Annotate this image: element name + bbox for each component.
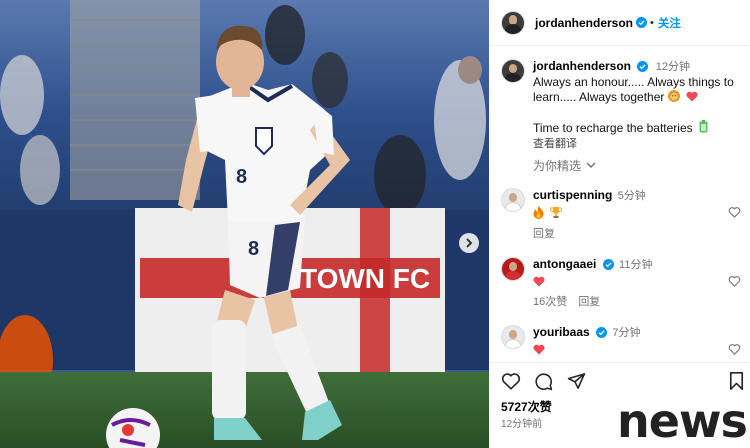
comment-content: curtispenning 5分钟 回复 (533, 188, 741, 242)
comment-content: antongaaei 11分钟 16次赞 回复 (533, 257, 741, 310)
trophy-emoji-icon (550, 207, 563, 218)
likes-count[interactable]: 5727次赞 (501, 398, 552, 415)
featured-label: 为你精选 (533, 159, 582, 173)
caption-line-3-wrap: Time to recharge the batteries (533, 120, 741, 136)
post-photo[interactable]: TOWN FC 8 8 (0, 0, 489, 448)
comment-username[interactable]: antongaaei (533, 257, 596, 271)
comment-avatar[interactable] (501, 257, 525, 281)
follow-button[interactable]: 关注 (658, 15, 681, 31)
comment-icon[interactable] (534, 372, 553, 391)
comment-username[interactable]: curtispenning (533, 188, 612, 202)
post-time-ago: 12分钟前 (501, 419, 543, 430)
caption-line-2-wrap: learn..... Always together (533, 90, 741, 105)
fire-emoji-icon (533, 206, 544, 219)
share-icon[interactable] (567, 372, 586, 390)
separator-dot: • (650, 16, 654, 29)
author-username[interactable]: jordanhenderson (535, 16, 633, 30)
heart-emoji-icon (533, 344, 545, 355)
chevron-down-icon (586, 162, 596, 168)
comment-avatar[interactable] (501, 188, 525, 212)
comment-avatar[interactable] (501, 325, 525, 349)
caption-avatar[interactable] (501, 59, 525, 83)
verified-icon (596, 327, 608, 338)
caption-username[interactable]: jordanhenderson (533, 59, 631, 73)
featured-sort-dropdown[interactable]: 为你精选 (533, 157, 596, 174)
player-photo-illustration: TOWN FC 8 8 (0, 0, 489, 448)
bookmark-icon[interactable] (729, 372, 744, 390)
reply-button[interactable]: 回复 (578, 296, 600, 308)
comment-time: 11分钟 (619, 259, 653, 271)
comment-content: youribaas 7分钟 (533, 325, 741, 358)
post-header: jordanhenderson • 关注 (489, 0, 750, 46)
next-image-button[interactable] (459, 233, 479, 253)
verified-icon (637, 61, 649, 72)
comment-actions: 回复 (533, 227, 741, 242)
comments-list[interactable]: jordanhenderson 12分钟 Always an honour...… (489, 47, 750, 360)
banner-text: TOWN FC (300, 263, 430, 294)
caption-content: jordanhenderson 12分钟 Always an honour...… (533, 59, 741, 152)
comment-username[interactable]: youribaas (533, 325, 590, 339)
lion-emoji-icon (667, 90, 680, 102)
comment-row: youribaas 7分钟 (501, 325, 741, 358)
caption-time: 12分钟 (655, 61, 690, 73)
reply-button[interactable]: 回复 (533, 228, 555, 240)
battery-emoji-icon (699, 120, 708, 133)
heart-icon[interactable] (728, 275, 741, 287)
comment-time: 5分钟 (617, 190, 646, 202)
verified-icon (602, 259, 614, 270)
comment-time: 7分钟 (612, 327, 641, 339)
heart-icon[interactable] (728, 206, 741, 218)
author-avatar[interactable] (501, 10, 525, 35)
heart-icon[interactable] (501, 372, 521, 390)
caption-line-3: Time to recharge the batteries (533, 121, 693, 135)
comment-actions: 16次赞 回复 (533, 295, 741, 310)
heart-emoji-icon (533, 276, 545, 287)
shorts-number: 8 (248, 238, 259, 260)
instagram-post-view: TOWN FC 8 8 jordanhenderson • 关注 jordanh… (0, 0, 750, 448)
post-action-bar (489, 362, 750, 398)
heart-emoji-icon (686, 91, 698, 102)
comment-row: antongaaei 11分钟 16次赞 回复 (501, 257, 741, 310)
comment-text (533, 343, 741, 358)
caption-line-1: Always an honour..... Always things to (533, 75, 734, 89)
shirt-number: 8 (236, 166, 247, 188)
post-side-panel: jordanhenderson • 关注 jordanhenderson 12分… (489, 0, 750, 448)
chevron-right-icon (466, 238, 473, 248)
heart-icon[interactable] (728, 343, 741, 355)
caption-line-2: learn..... Always together (533, 90, 665, 104)
comment-text (533, 206, 741, 222)
caption-row: jordanhenderson 12分钟 Always an honour...… (501, 59, 741, 152)
comment-text (533, 275, 741, 290)
news-watermark: news (617, 394, 748, 448)
verified-icon (636, 17, 648, 28)
translate-link[interactable]: 查看翻译 (533, 137, 741, 152)
comment-like-count[interactable]: 16次赞 (533, 296, 567, 308)
comment-row: curtispenning 5分钟 回复 (501, 188, 741, 242)
